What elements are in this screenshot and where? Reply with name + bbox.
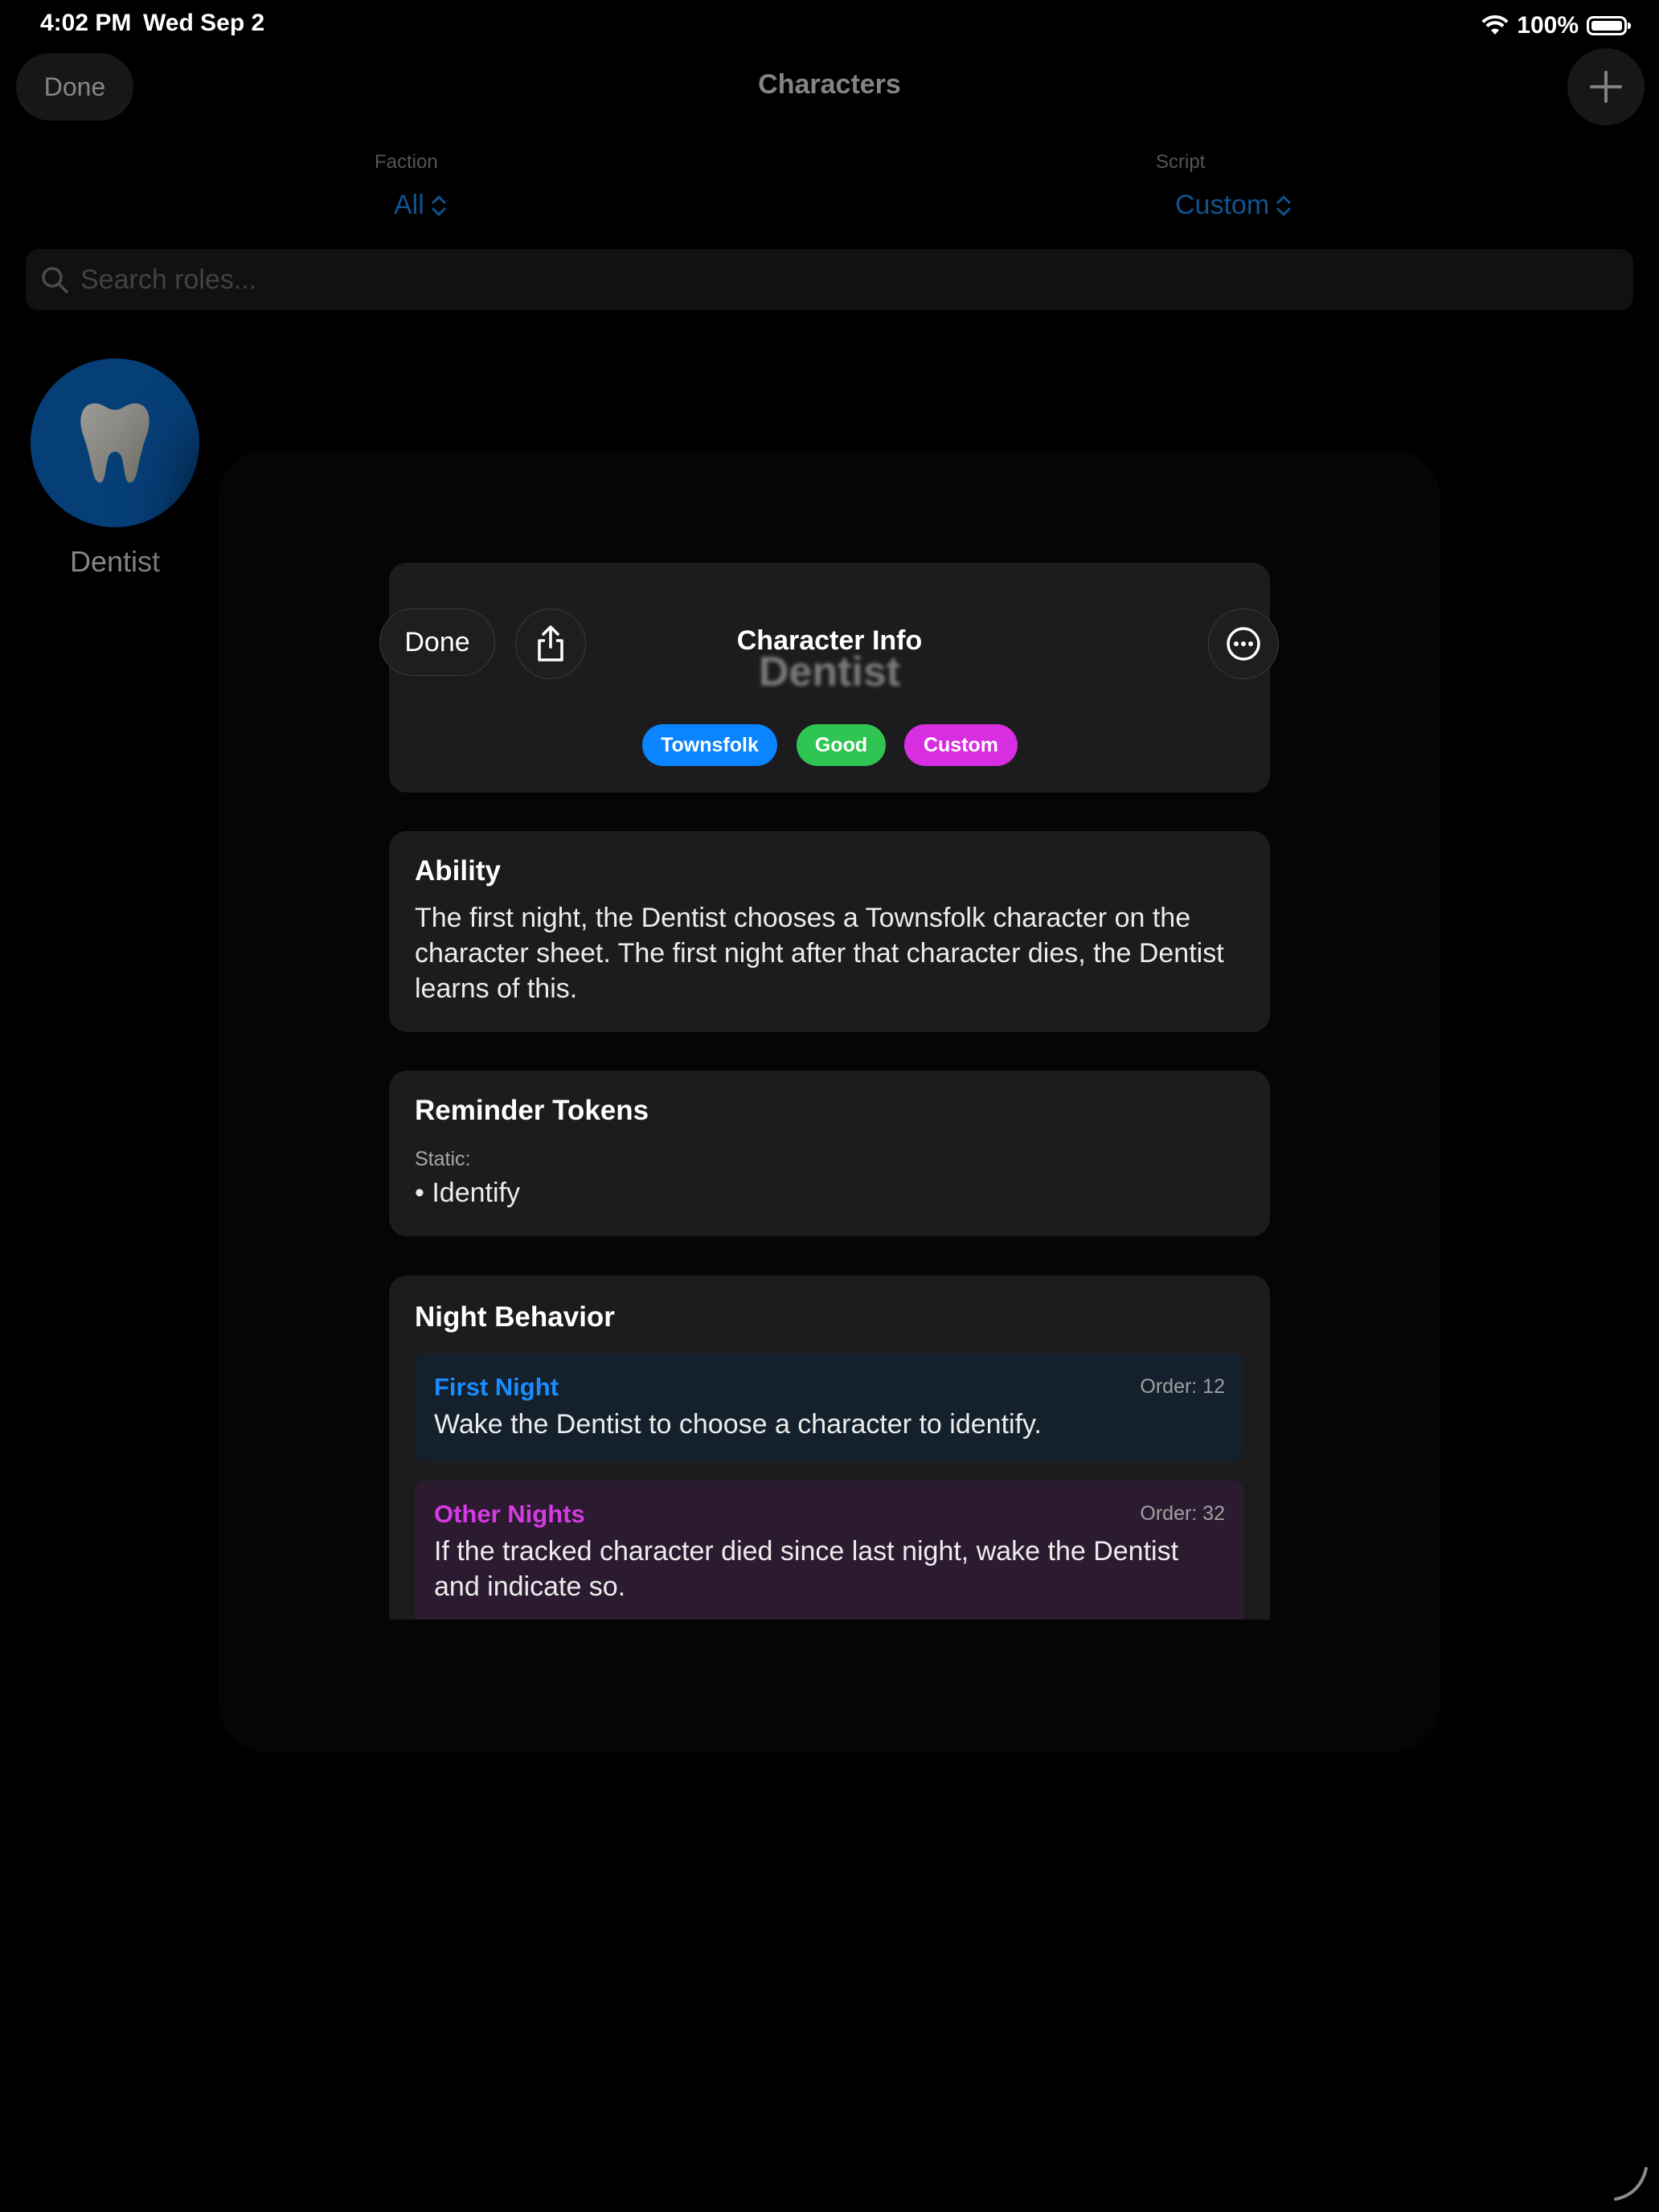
ability-card: Ability The first night, the Dentist cho…	[389, 831, 1270, 1032]
share-button[interactable]	[515, 608, 586, 679]
character-name[interactable]: Dentist	[31, 545, 199, 579]
search-input[interactable]: Search roles...	[26, 249, 1633, 310]
add-character-button[interactable]	[1567, 48, 1645, 125]
other-nights-box: Other Nights Order: 32 If the tracked ch…	[415, 1481, 1244, 1620]
character-avatar[interactable]	[31, 358, 199, 527]
tooth-icon	[80, 403, 150, 483]
tag-custom: Custom	[904, 724, 1018, 766]
tag-townsfolk: Townsfolk	[642, 724, 777, 766]
modal-title: Character Info	[736, 625, 923, 656]
faction-picker[interactable]: All	[394, 190, 447, 221]
first-night-text: Wake the Dentist to choose a character t…	[434, 1409, 1042, 1440]
static-label: Static:	[415, 1148, 471, 1170]
ability-text: The first night, the Dentist chooses a T…	[415, 903, 1224, 1004]
other-nights-order: Order: 32	[1140, 1502, 1225, 1525]
tag-good: Good	[797, 724, 886, 766]
resize-handle-icon[interactable]	[1612, 2165, 1649, 2202]
ellipsis-circle-icon	[1227, 627, 1260, 661]
faction-value: All	[394, 190, 424, 220]
other-nights-label: Other Nights	[434, 1500, 585, 1528]
script-label: Script	[1156, 151, 1206, 173]
first-night-box: First Night Order: 12 Wake the Dentist t…	[415, 1354, 1244, 1461]
more-options-button[interactable]	[1208, 608, 1279, 679]
night-behavior-title: Night Behavior	[415, 1301, 615, 1333]
first-night-order: Order: 12	[1140, 1375, 1225, 1398]
modal-done-button[interactable]: Done	[379, 608, 495, 676]
faction-label: Faction	[375, 151, 438, 173]
script-value: Custom	[1175, 190, 1270, 220]
plus-icon	[1590, 71, 1622, 103]
chevron-up-down-icon	[432, 195, 446, 215]
page-title: Characters	[758, 69, 901, 100]
reminder-token-item: • Identify	[415, 1178, 520, 1208]
script-picker[interactable]: Custom	[1175, 190, 1292, 221]
first-night-label: First Night	[434, 1373, 559, 1401]
night-behavior-card: Night Behavior First Night Order: 12 Wak…	[389, 1276, 1270, 1620]
ability-title: Ability	[415, 855, 501, 887]
share-icon	[538, 625, 563, 662]
other-nights-text: If the tracked character died since last…	[434, 1536, 1179, 1602]
search-placeholder: Search roles...	[80, 264, 257, 295]
search-icon	[42, 267, 68, 293]
reminder-tokens-card: Reminder Tokens Static: • Identify	[389, 1071, 1270, 1236]
chevron-up-down-icon	[1276, 195, 1291, 215]
reminder-tokens-title: Reminder Tokens	[415, 1095, 649, 1126]
